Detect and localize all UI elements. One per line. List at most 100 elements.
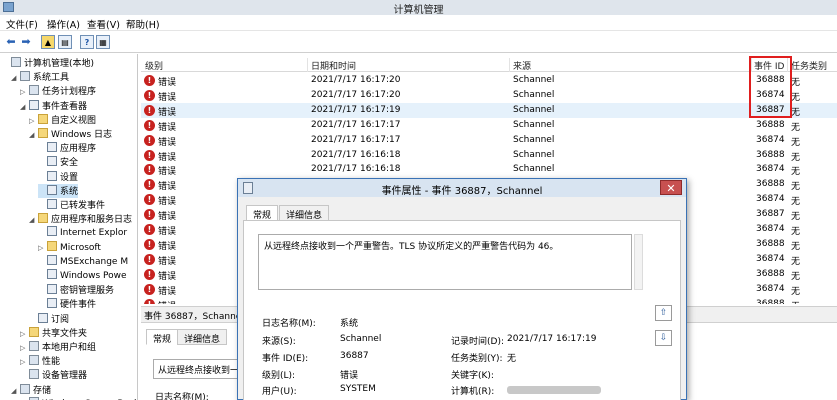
tree-node[interactable]: ◢ 事件查看器	[20, 99, 87, 113]
event-event-id-cell: 36888	[756, 268, 785, 279]
dialog-message-box[interactable]: 从远程终点接收到一个严重警告。TLS 协议所定义的严重警告代码为 46。	[258, 234, 632, 290]
properties-icon[interactable]: ▦	[96, 35, 110, 49]
menu-action[interactable]: 操作(A)	[47, 17, 80, 31]
column-task-category[interactable]: 任务类别	[791, 59, 827, 72]
message-scrollbar[interactable]	[634, 234, 643, 290]
menu-help[interactable]: 帮助(H)	[126, 17, 160, 31]
tree-node[interactable]: 应用程序	[38, 141, 96, 155]
log-icon	[47, 199, 57, 209]
event-task-cell: 无	[791, 167, 801, 178]
event-task-cell: 无	[791, 241, 801, 252]
menu-view[interactable]: 查看(V)	[87, 17, 120, 31]
dialog-tab-general[interactable]: 常规	[246, 205, 279, 221]
back-arrow-icon[interactable]: ⬅	[4, 35, 18, 49]
event-task-cell: 无	[791, 182, 801, 193]
expand-arrow-icon[interactable]: ◢	[11, 387, 20, 395]
event-task-cell: 无	[791, 122, 801, 133]
tree-node-label: 系统	[60, 186, 79, 197]
tree-node[interactable]: ▷ 任务计划程序	[20, 84, 96, 98]
event-row[interactable]: ! 错误 2021/7/17 16:16:18 Schannel 36888 无	[141, 148, 837, 163]
tree-node[interactable]: ▷ 共享文件夹	[20, 326, 87, 340]
tree-node[interactable]: 设置	[38, 170, 78, 184]
event-level-cell: 错误	[158, 92, 177, 103]
tree-node[interactable]: 系统	[38, 183, 79, 198]
tree-node[interactable]: 硬件事件	[38, 297, 96, 311]
event-task-cell: 无	[791, 92, 801, 103]
close-icon[interactable]: ✕	[660, 180, 682, 195]
expand-arrow-icon[interactable]: ◢	[20, 103, 29, 111]
next-event-down-arrow-icon[interactable]: ⇩	[655, 330, 672, 346]
event-row[interactable]: ! 错误 2021/7/17 16:17:20 Schannel 36888 无	[141, 73, 837, 88]
user-label: 用户(U):	[262, 387, 297, 397]
tree-node[interactable]: 设备管理器	[20, 368, 87, 382]
event-source-cell: Schannel	[513, 119, 555, 130]
detail-tab-general[interactable]: 常规	[146, 329, 179, 345]
expand-arrow-icon[interactable]: ◢	[11, 74, 20, 82]
tree-node[interactable]: 订阅	[29, 312, 69, 326]
event-row[interactable]: ! 错误 2021/7/17 16:17:17 Schannel 36874 无	[141, 133, 837, 148]
expand-arrow-icon[interactable]: ▷	[38, 244, 47, 252]
tree-node[interactable]: ▷ Microsoft	[38, 240, 101, 255]
tree-node[interactable]: 计算机管理(本地)	[2, 56, 94, 70]
tree-node-label: 设置	[60, 172, 79, 183]
tree-node[interactable]: ◢ 存储	[11, 383, 51, 397]
tree-node[interactable]: ◢ 应用程序和服务日志	[29, 212, 132, 226]
device-icon	[29, 369, 39, 380]
error-icon: !	[144, 209, 155, 221]
event-task-cell: 无	[791, 212, 801, 223]
tree-node-label: 安全	[60, 158, 79, 169]
expand-arrow-icon[interactable]: ▷	[20, 330, 29, 338]
event-task-cell: 无	[791, 152, 801, 163]
tree-node[interactable]: ◢ 系统工具	[11, 70, 69, 84]
computer-value-redacted	[507, 386, 601, 394]
storage-icon	[20, 383, 30, 394]
tree-node[interactable]: ▷ 性能	[20, 354, 60, 368]
event-row[interactable]: ! 错误 2021/7/17 16:17:19 Schannel 36887 无	[141, 102, 837, 118]
log-icon	[47, 226, 57, 237]
column-source[interactable]: 来源	[513, 59, 531, 72]
tree-node[interactable]: Internet Explor	[38, 226, 127, 240]
event-datetime-cell: 2021/7/17 16:16:18	[311, 164, 401, 175]
tree-node[interactable]: ▷ 本地用户和组	[20, 340, 96, 354]
expand-arrow-icon[interactable]: ◢	[29, 216, 38, 224]
event-list-header: 级别 日期和时间 来源 事件 ID 任务类别	[141, 58, 837, 72]
expand-arrow-icon[interactable]: ◢	[29, 131, 38, 139]
dialog-tab-details[interactable]: 详细信息	[279, 205, 330, 221]
detail-log-name-label: 日志名称(M):	[155, 393, 209, 400]
tree-node[interactable]: 密钥管理服务	[38, 283, 114, 297]
error-icon: !	[144, 268, 155, 280]
help-icon[interactable]: ?	[80, 35, 94, 49]
show-hide-tree-icon[interactable]: ▤	[58, 35, 72, 49]
up-folder-icon[interactable]: ▲	[41, 35, 55, 49]
event-row[interactable]: ! 错误 2021/7/17 16:17:20 Schannel 36874 无	[141, 88, 837, 103]
event-row[interactable]: ! 错误 2021/7/17 16:17:17 Schannel 36888 无	[141, 118, 837, 133]
forward-arrow-icon[interactable]: ➡	[19, 35, 33, 49]
event-source-cell: Schannel	[513, 89, 555, 100]
tree-node[interactable]: Windows Powe	[38, 269, 127, 283]
tree-node-label: 共享文件夹	[42, 328, 88, 339]
event-datetime-cell: 2021/7/17 16:16:18	[311, 149, 401, 160]
tree-node-label: 任务计划程序	[42, 87, 97, 98]
expand-arrow-icon[interactable]: ▷	[20, 344, 29, 352]
previous-event-up-arrow-icon[interactable]: ⇧	[655, 305, 672, 321]
event-event-id-cell: 36874	[756, 283, 785, 294]
event-task-cell: 无	[791, 137, 801, 148]
column-level[interactable]: 级别	[145, 59, 163, 72]
tree-node[interactable]: 安全	[38, 155, 78, 169]
expand-arrow-icon[interactable]: ▷	[29, 117, 38, 125]
tree-node[interactable]: ▷ 自定义视图	[29, 113, 96, 127]
tree-node[interactable]: MSExchange M	[38, 254, 128, 269]
expand-arrow-icon[interactable]: ▷	[20, 358, 29, 366]
menu-file[interactable]: 文件(F)	[6, 17, 38, 31]
expand-arrow-icon[interactable]: ▷	[20, 88, 29, 96]
tree-node[interactable]: 已转发事件	[38, 198, 105, 212]
event-level-cell: 错误	[158, 137, 177, 148]
event-event-id-cell: 36874	[756, 164, 785, 175]
tree-node[interactable]: ◢ Windows 日志	[29, 127, 112, 141]
folder-icon	[47, 240, 57, 251]
column-datetime[interactable]: 日期和时间	[311, 59, 356, 72]
detail-tab-details[interactable]: 详细信息	[177, 329, 228, 345]
event-row[interactable]: ! 错误 2021/7/17 16:16:18 Schannel 36874 无	[141, 162, 837, 177]
event-datetime-cell: 2021/7/17 16:17:17	[311, 134, 401, 145]
dialog-titlebar[interactable]: 事件属性 - 事件 36887，Schannel ✕	[238, 179, 686, 197]
